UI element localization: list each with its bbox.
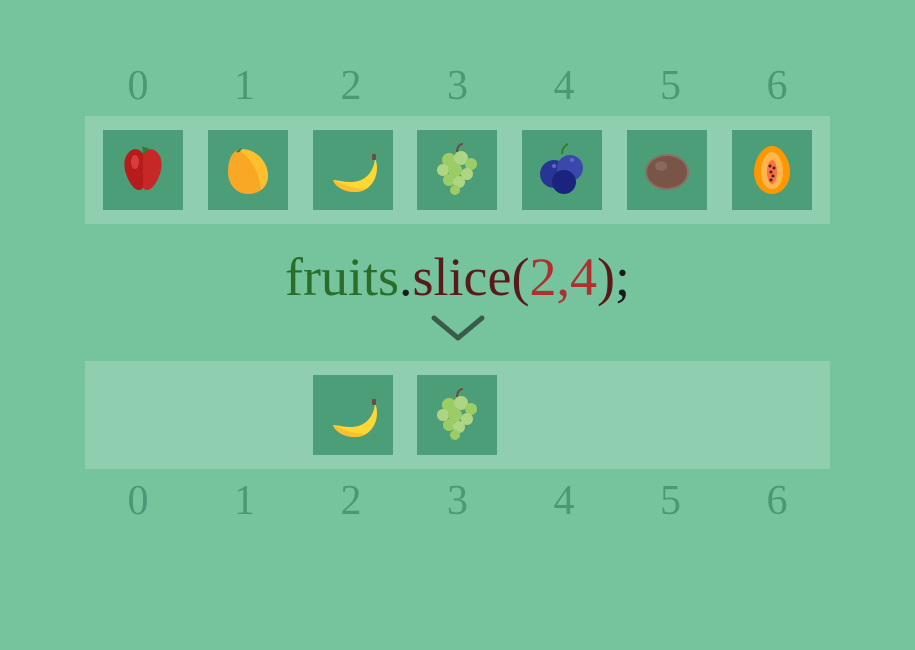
index-label: 1 — [210, 477, 280, 525]
empty-cell — [627, 375, 707, 455]
arrow-down — [0, 312, 915, 351]
array-cell-blueberries — [522, 130, 602, 210]
grapes-icon — [427, 385, 487, 445]
code-paren-close: ) — [597, 247, 615, 307]
blueberries-icon — [532, 140, 592, 200]
array-cell-apple — [103, 130, 183, 210]
result-cell-banana — [313, 375, 393, 455]
chevron-down-icon — [428, 312, 488, 346]
index-label: 5 — [636, 62, 706, 110]
empty-cell — [522, 375, 602, 455]
result-cell-grapes — [417, 375, 497, 455]
index-label: 3 — [423, 477, 493, 525]
bottom-index-row: 0 1 2 3 4 5 6 — [85, 477, 830, 525]
code-method: slice — [413, 247, 512, 307]
apple-icon — [113, 140, 173, 200]
index-label: 0 — [103, 62, 173, 110]
code-expression: fruits.slice(2,4); — [0, 246, 915, 308]
array-cell-papaya — [732, 130, 812, 210]
array-cell-kiwi — [627, 130, 707, 210]
code-semicolon: ; — [615, 247, 630, 307]
code-dot: . — [399, 247, 413, 307]
code-args: 2,4 — [529, 247, 597, 307]
index-label: 4 — [529, 62, 599, 110]
array-cell-mango — [208, 130, 288, 210]
array-cell-banana — [313, 130, 393, 210]
empty-cell — [208, 375, 288, 455]
banana-icon — [323, 140, 383, 200]
index-label: 4 — [529, 477, 599, 525]
grapes-icon — [427, 140, 487, 200]
kiwi-icon — [637, 140, 697, 200]
index-label: 3 — [423, 62, 493, 110]
index-label: 2 — [316, 477, 386, 525]
empty-cell — [732, 375, 812, 455]
papaya-icon — [742, 140, 802, 200]
banana-icon — [323, 385, 383, 445]
empty-cell — [103, 375, 183, 455]
source-array — [85, 116, 830, 224]
index-label: 0 — [103, 477, 173, 525]
code-object: fruits — [285, 247, 399, 307]
index-label: 2 — [316, 62, 386, 110]
index-label: 1 — [210, 62, 280, 110]
index-label: 6 — [742, 477, 812, 525]
code-paren-open: ( — [511, 247, 529, 307]
index-label: 6 — [742, 62, 812, 110]
top-index-row: 0 1 2 3 4 5 6 — [85, 62, 830, 110]
mango-icon — [218, 140, 278, 200]
index-label: 5 — [636, 477, 706, 525]
result-array — [85, 361, 830, 469]
array-cell-grapes — [417, 130, 497, 210]
